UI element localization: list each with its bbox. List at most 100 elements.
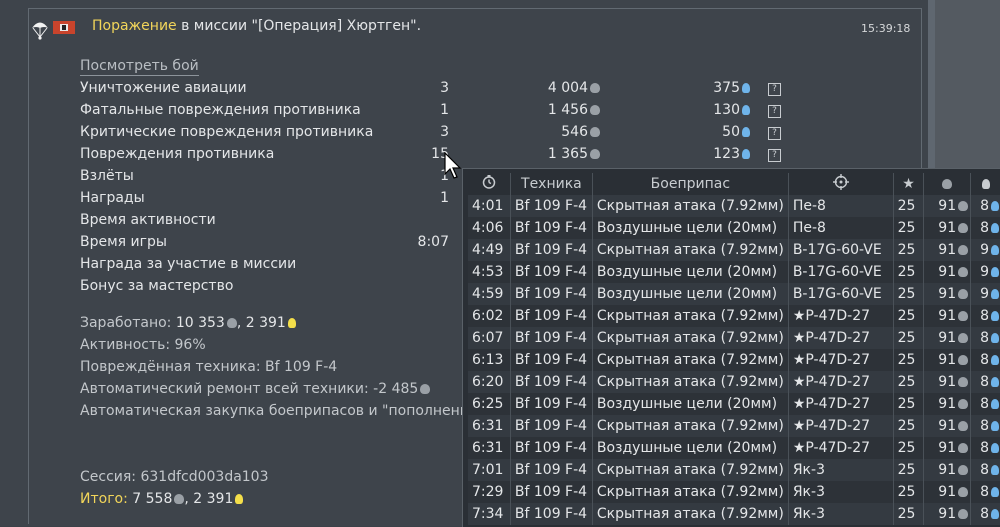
total-rp: 2 391	[193, 491, 234, 507]
row-vehicle: Bf 109 F-4	[510, 349, 593, 371]
row-rp-value: 9	[980, 242, 989, 258]
view-battle-link[interactable]: Посмотреть бой	[80, 58, 199, 76]
repair-label: Автоматический ремонт всей техники:	[80, 381, 374, 397]
row-target: Пе-8	[788, 195, 894, 217]
total-sl: 7 558	[127, 491, 173, 507]
row-rp-value: 8	[980, 330, 989, 346]
total-separator: ,	[184, 491, 194, 507]
silver-lion-icon	[923, 173, 972, 195]
row-time: 6:07	[468, 327, 511, 349]
table-row: 6:13 Bf 109 F-4 Скрытная атака (7.92мм) ★P-…	[468, 349, 1000, 371]
help-icon[interactable]: ?	[768, 105, 781, 118]
row-rp-value: 8	[980, 352, 989, 368]
row-sl: 91	[923, 327, 972, 349]
stat-label: Время активности	[80, 212, 216, 228]
row-rp-value: 8	[980, 418, 989, 434]
damage-details-tooltip: Техника Боеприпас ★ 4:01 Bf 109 F-4 Скрытн…	[462, 168, 1000, 527]
row-vehicle: Bf 109 F-4	[510, 415, 593, 437]
row-vehicle: Bf 109 F-4	[510, 327, 593, 349]
help-icon[interactable]: ?	[768, 83, 781, 96]
stat-label: Бонус за мастерство	[80, 278, 234, 294]
silver-lion-icon	[958, 465, 969, 475]
stat-rp-value: 50	[722, 124, 740, 140]
research-points-icon	[991, 377, 999, 387]
row-vehicle: Bf 109 F-4	[510, 261, 593, 283]
stat-row: Награда за участие в миссии	[80, 256, 296, 276]
row-rp-value: 8	[980, 506, 989, 522]
row-sl-value: 91	[938, 396, 957, 412]
silver-lion-icon	[958, 377, 969, 387]
row-sl: 91	[923, 437, 972, 459]
row-sl: 91	[923, 349, 972, 371]
star-icon: ★	[893, 173, 925, 195]
row-vehicle: Bf 109 F-4	[510, 305, 593, 327]
row-star: 25	[893, 283, 925, 305]
result-message: в миссии "[Операция] Хюртген".	[176, 18, 422, 34]
stat-label: Награда за участие в миссии	[80, 256, 297, 272]
table-header: Техника Боеприпас ★	[468, 173, 1000, 195]
stat-row: Награды	[80, 190, 145, 210]
row-target: Як-3	[788, 481, 894, 503]
research-points-icon	[991, 421, 999, 431]
row-time: 6:31	[468, 415, 511, 437]
row-target: Як-3	[788, 503, 894, 525]
row-time: 4:53	[468, 261, 511, 283]
row-rp: 8	[970, 393, 1000, 415]
row-rp-value: 8	[980, 484, 989, 500]
row-rp-value: 9	[980, 264, 989, 280]
silver-lion-icon	[958, 443, 969, 453]
row-sl: 91	[923, 283, 972, 305]
stat-count: 8:07	[417, 234, 449, 250]
activity-line: Активность: 96%	[80, 337, 206, 353]
row-rp-value: 8	[980, 440, 989, 456]
row-rp: 8	[970, 349, 1000, 371]
row-ammo: Воздушные цели (20мм)	[592, 217, 789, 239]
research-points-icon	[991, 399, 999, 409]
row-ammo: Скрытная атака (7.92мм)	[592, 503, 789, 525]
row-time: 4:59	[468, 283, 511, 305]
table-row: 4:06 Bf 109 F-4 Воздушные цели (20мм) Пе-8 2…	[468, 217, 1000, 239]
total-label: Итого:	[80, 491, 128, 507]
research-points-icon	[991, 465, 999, 475]
stat-sl-value: 4 004	[547, 80, 588, 96]
earned-line: Заработано: 10 353, 2 391	[80, 315, 296, 331]
silver-lion-icon	[958, 201, 969, 211]
row-rp: 8	[970, 415, 1000, 437]
silver-lion-icon	[958, 267, 969, 277]
silver-lion-icon	[958, 223, 969, 233]
row-sl-value: 91	[938, 220, 957, 236]
help-icon[interactable]: ?	[768, 149, 781, 162]
table-row: 6:07 Bf 109 F-4 Скрытная атака (7.92мм) ★P-…	[468, 327, 1000, 349]
research-points-icon	[991, 267, 999, 277]
row-vehicle: Bf 109 F-4	[510, 459, 593, 481]
stat-row: Уничтожение авиации	[80, 80, 247, 100]
row-star: 25	[893, 195, 925, 217]
row-ammo: Воздушные цели (20мм)	[592, 261, 789, 283]
stat-label: Уничтожение авиации	[80, 80, 247, 96]
stat-rp-value: 375	[713, 80, 740, 96]
stat-row: Взлёты	[80, 168, 134, 188]
repair-line: Автоматический ремонт всей техники: -2 4…	[80, 381, 431, 397]
row-ammo: Воздушные цели (20мм)	[592, 437, 789, 459]
row-vehicle: Bf 109 F-4	[510, 481, 593, 503]
stat-count: 1	[440, 190, 449, 206]
row-sl: 91	[923, 239, 972, 261]
table-row: 6:02 Bf 109 F-4 Скрытная атака (7.92мм) ★P-…	[468, 305, 1000, 327]
row-time: 6:31	[468, 437, 511, 459]
row-ammo: Скрытная атака (7.92мм)	[592, 305, 789, 327]
help-icon[interactable]: ?	[768, 127, 781, 140]
row-target: ★P-47D-27	[788, 349, 894, 371]
row-time: 6:02	[468, 305, 511, 327]
row-time: 4:01	[468, 195, 511, 217]
row-target: ★P-47D-27	[788, 327, 894, 349]
stat-label: Фатальные повреждения противника	[80, 102, 361, 118]
row-ammo: Скрытная атака (7.92мм)	[592, 349, 789, 371]
silver-lion-icon	[958, 487, 969, 497]
research-points-icon	[991, 509, 999, 519]
row-target: B-17G-60-VE	[788, 283, 894, 305]
premium-rp-icon	[235, 494, 244, 504]
row-target: Як-3	[788, 459, 894, 481]
row-time: 7:01	[468, 459, 511, 481]
vehicle-column-header: Техника	[510, 173, 593, 195]
table-row: 4:59 Bf 109 F-4 Воздушные цели (20мм) B-17G…	[468, 283, 1000, 305]
